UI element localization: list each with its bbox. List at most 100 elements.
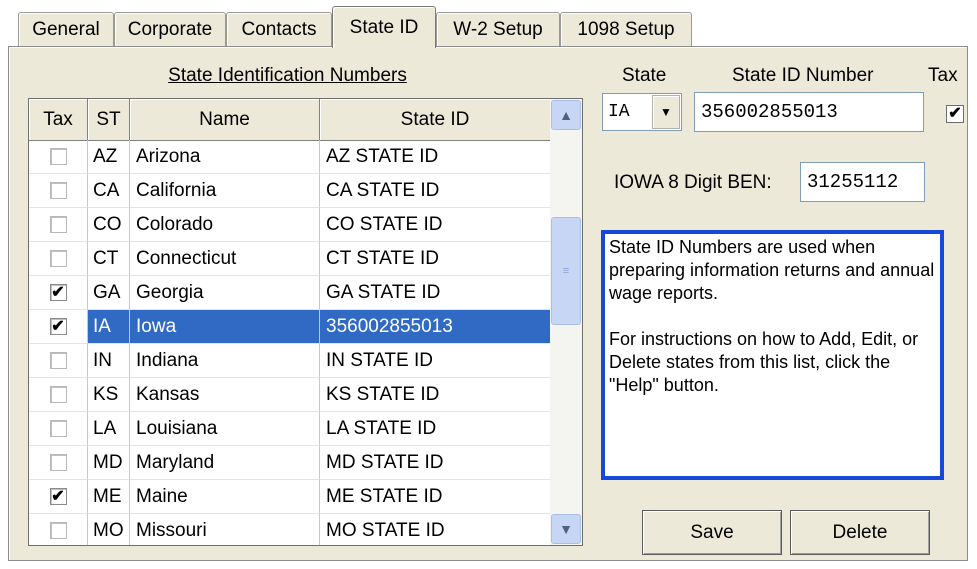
chevron-up-icon: ▲ [559, 107, 573, 123]
state-code-cell: MD [88, 446, 130, 480]
vertical-scrollbar[interactable]: ▲ ≡ ▼ [550, 99, 582, 545]
table-row[interactable]: AZ Arizona AZ STATE ID [29, 140, 550, 174]
ben-label: IOWA 8 Digit BEN: [614, 172, 772, 193]
tax-label: Tax [928, 65, 958, 86]
tax-checkbox[interactable] [49, 182, 67, 199]
state-id-cell: MO STATE ID [320, 514, 550, 545]
tab-general[interactable]: General [18, 12, 114, 46]
tax-cell: ✔ [29, 310, 88, 344]
grid-header: Tax ST Name State ID [29, 99, 550, 141]
tax-cell [29, 208, 88, 242]
tax-checkbox[interactable] [49, 250, 67, 267]
tax-checkbox[interactable] [49, 454, 67, 471]
state-code-cell: ME [88, 480, 130, 514]
tax-cell [29, 378, 88, 412]
state-id-cell: MD STATE ID [320, 446, 550, 480]
state-id-number-label: State ID Number [732, 65, 874, 86]
state-code-cell: CO [88, 208, 130, 242]
table-row[interactable]: MD Maryland MD STATE ID [29, 446, 550, 480]
table-row[interactable]: IN Indiana IN STATE ID [29, 344, 550, 378]
table-row[interactable]: CO Colorado CO STATE ID [29, 208, 550, 242]
scroll-down-button[interactable]: ▼ [551, 514, 581, 544]
grip-icon: ≡ [562, 265, 570, 277]
delete-button[interactable]: Delete [790, 510, 930, 555]
tax-cell [29, 344, 88, 378]
tab-w2-setup[interactable]: W-2 Setup [436, 12, 560, 46]
state-name-cell: Louisiana [130, 412, 320, 446]
state-select[interactable]: IA ▼ [602, 93, 682, 131]
state-code-cell: LA [88, 412, 130, 446]
tab-state-id[interactable]: State ID [332, 6, 436, 48]
checkmark-icon: ✔ [51, 318, 65, 335]
scroll-thumb[interactable]: ≡ [551, 217, 581, 325]
tax-checkbox[interactable]: ✔ [946, 105, 964, 123]
state-id-cell: CA STATE ID [320, 174, 550, 208]
table-row[interactable]: ✔ ME Maine ME STATE ID [29, 480, 550, 514]
scroll-up-button[interactable]: ▲ [551, 100, 581, 130]
tax-cell [29, 140, 88, 174]
table-row[interactable]: ✔ GA Georgia GA STATE ID [29, 276, 550, 310]
state-grid: Tax ST Name State ID AZ Arizona AZ STATE I… [28, 98, 583, 546]
table-row[interactable]: KS Kansas KS STATE ID [29, 378, 550, 412]
table-row[interactable]: LA Louisiana LA STATE ID [29, 412, 550, 446]
state-id-cell: CO STATE ID [320, 208, 550, 242]
state-name-cell: Iowa [130, 310, 320, 344]
state-id-cell: 356002855013 [320, 310, 550, 344]
dropdown-button[interactable]: ▼ [652, 95, 680, 129]
save-button[interactable]: Save [642, 510, 782, 555]
tax-checkbox[interactable] [49, 522, 67, 539]
table-row[interactable]: ✔ IA Iowa 356002855013 [29, 310, 550, 344]
tab-1098-setup[interactable]: 1098 Setup [560, 12, 692, 46]
state-name-cell: Kansas [130, 378, 320, 412]
info-paragraph-1: State ID Numbers are used when preparing… [609, 237, 935, 303]
tax-cell [29, 446, 88, 480]
state-name-cell: Georgia [130, 276, 320, 310]
tax-checkbox[interactable] [49, 148, 67, 165]
tax-cell [29, 174, 88, 208]
column-header-tax[interactable]: Tax [29, 99, 88, 140]
table-row[interactable]: MO Missouri MO STATE ID [29, 514, 550, 545]
tax-checkbox[interactable] [49, 420, 67, 437]
grid-rows: AZ Arizona AZ STATE ID CA California CA STATE… [29, 140, 550, 545]
state-name-cell: Connecticut [130, 242, 320, 276]
tax-cell [29, 242, 88, 276]
tab-corporate[interactable]: Corporate [114, 12, 226, 46]
tax-checkbox[interactable]: ✔ [49, 318, 67, 335]
tax-checkbox[interactable]: ✔ [49, 488, 67, 505]
column-header-state-id[interactable]: State ID [320, 99, 550, 140]
checkmark-icon: ✔ [948, 105, 962, 122]
tax-checkbox[interactable]: ✔ [49, 284, 67, 301]
state-id-number-input[interactable]: 356002855013 [694, 92, 924, 132]
tax-checkbox[interactable] [49, 216, 67, 233]
state-label: State [622, 65, 667, 86]
tax-checkbox[interactable] [49, 352, 67, 369]
state-code-cell: MO [88, 514, 130, 545]
state-code-cell: AZ [88, 140, 130, 174]
checkmark-icon: ✔ [51, 488, 65, 505]
state-name-cell: Missouri [130, 514, 320, 545]
checkmark-icon: ✔ [51, 284, 65, 301]
state-id-cell: CT STATE ID [320, 242, 550, 276]
table-row[interactable]: CT Connecticut CT STATE ID [29, 242, 550, 276]
column-header-st[interactable]: ST [88, 99, 130, 140]
tax-checkbox[interactable] [49, 386, 67, 403]
info-box: State ID Numbers are used when preparing… [601, 230, 944, 480]
grid-title: State Identification Numbers [168, 65, 407, 86]
state-code-cell: CT [88, 242, 130, 276]
tax-cell: ✔ [29, 480, 88, 514]
info-paragraph-2: For instructions on how to Add, Edit, or… [609, 329, 919, 395]
tab-contacts[interactable]: Contacts [226, 12, 332, 46]
tax-cell [29, 514, 88, 545]
state-name-cell: Colorado [130, 208, 320, 242]
column-header-name[interactable]: Name [130, 99, 320, 140]
state-name-cell: Indiana [130, 344, 320, 378]
state-name-cell: California [130, 174, 320, 208]
state-name-cell: Maine [130, 480, 320, 514]
ben-input[interactable]: 31255112 [800, 162, 925, 202]
state-select-value: IA [608, 102, 630, 122]
chevron-down-icon: ▼ [660, 105, 672, 119]
table-row[interactable]: CA California CA STATE ID [29, 174, 550, 208]
state-id-cell: IN STATE ID [320, 344, 550, 378]
state-code-cell: IA [88, 310, 130, 344]
tax-cell: ✔ [29, 276, 88, 310]
